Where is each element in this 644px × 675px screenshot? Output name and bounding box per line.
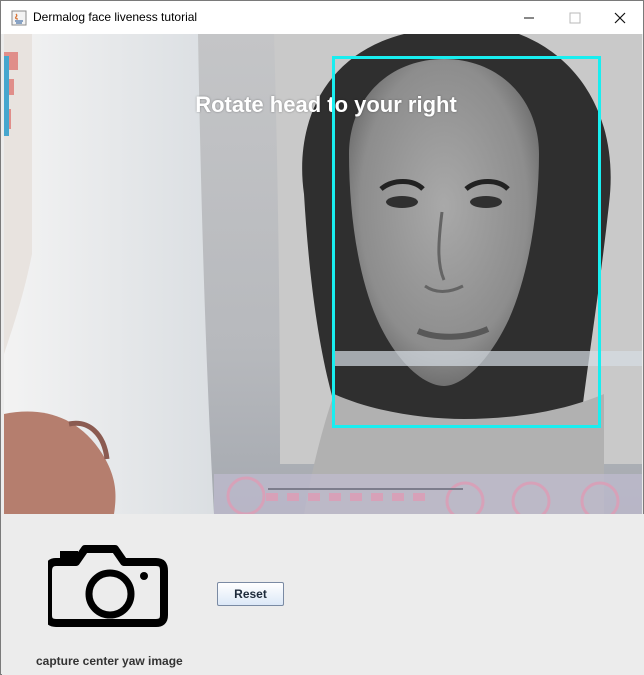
java-icon [11, 10, 27, 26]
camera-icon[interactable] [48, 538, 172, 630]
maximize-button[interactable] [552, 1, 598, 34]
face-detection-box [332, 56, 601, 428]
minimize-icon [524, 17, 534, 18]
title-bar[interactable]: Dermalog face liveness tutorial [1, 1, 643, 34]
maximize-icon [569, 12, 581, 23]
capture-status-text: capture center yaw image [36, 654, 183, 668]
reset-button[interactable]: Reset [217, 582, 284, 606]
close-icon [614, 12, 626, 23]
app-window: Dermalog face liveness tutorial Rotate h… [0, 0, 644, 675]
window-title: Dermalog face liveness tutorial [33, 10, 198, 24]
close-button[interactable] [597, 1, 643, 34]
minimize-button[interactable] [506, 1, 552, 34]
